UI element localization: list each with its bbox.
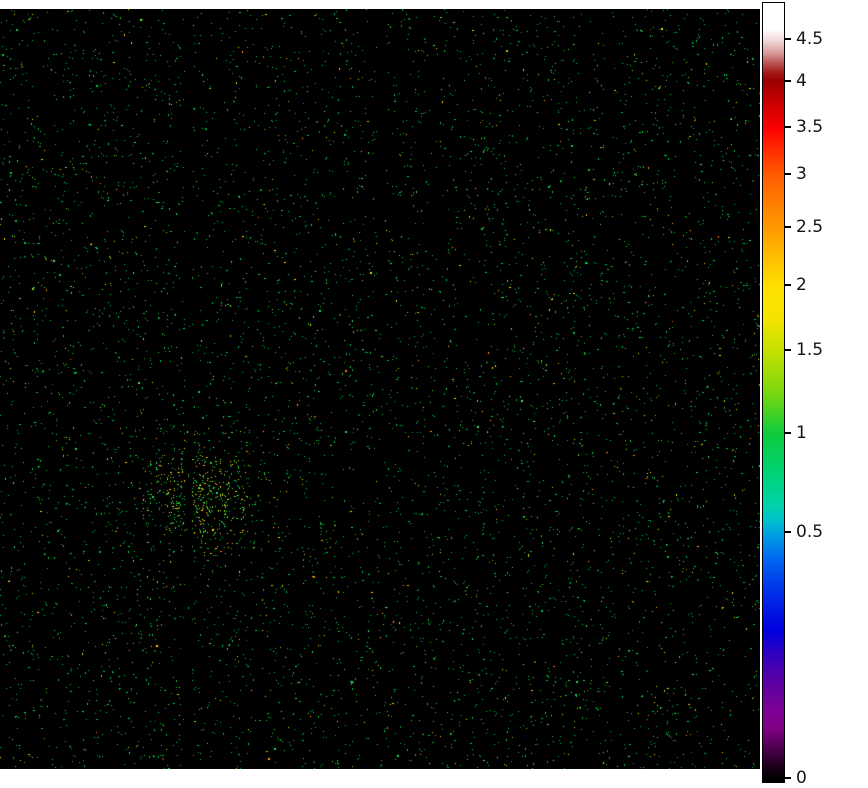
colorbar-tick bbox=[785, 349, 791, 351]
colorbar-tick bbox=[785, 432, 791, 434]
colorbar-tick bbox=[785, 38, 791, 40]
colorbar-tick-label: 1.5 bbox=[796, 340, 824, 360]
colorbar-gradient bbox=[763, 3, 784, 782]
colorbar bbox=[762, 2, 785, 783]
colorbar-tick-label: 2.5 bbox=[796, 217, 824, 237]
photon-count-image bbox=[0, 9, 760, 769]
colorbar-tick bbox=[785, 126, 791, 128]
colorbar-tick bbox=[785, 531, 791, 533]
colorbar-tick-label: 3.5 bbox=[796, 117, 824, 137]
colorbar-tick-label: 4 bbox=[796, 71, 807, 91]
colorbar-tick-label: 0 bbox=[796, 768, 807, 788]
colorbar-tick-label: 3 bbox=[796, 164, 807, 184]
colorbar-tick bbox=[785, 80, 791, 82]
colorbar-tick-label: 2 bbox=[796, 275, 807, 295]
colorbar-tick-label: 0.5 bbox=[796, 522, 824, 542]
colorbar-tick bbox=[785, 777, 791, 779]
colorbar-tick bbox=[785, 284, 791, 286]
colorbar-tick bbox=[785, 226, 791, 228]
colorbar-tick bbox=[785, 173, 791, 175]
colorbar-tick-label: 4.5 bbox=[796, 29, 824, 49]
colorbar-tick-label: 1 bbox=[796, 423, 807, 443]
figure-root: 4.5 4 3.5 3 2.5 2 1.5 1 0.5 0 bbox=[0, 0, 868, 788]
